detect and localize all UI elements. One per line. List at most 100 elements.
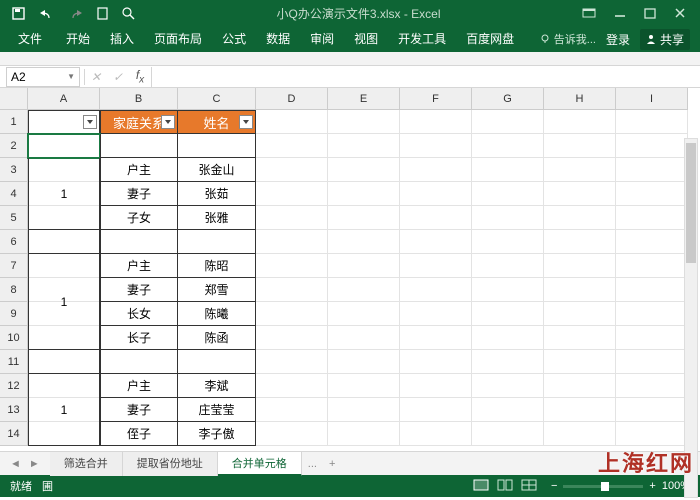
cell-E1[interactable] [328, 110, 400, 134]
cell-F1[interactable] [400, 110, 472, 134]
cell-F14[interactable] [400, 422, 472, 446]
relation-1-3[interactable]: 长子 [100, 326, 178, 350]
cell-F7[interactable] [400, 254, 472, 278]
col-header-E[interactable]: E [328, 88, 400, 110]
cell-H8[interactable] [544, 278, 616, 302]
row-header-1[interactable]: 1 [0, 110, 28, 134]
col-header-H[interactable]: H [544, 88, 616, 110]
tab-home[interactable]: 开始 [56, 26, 100, 52]
cell-H9[interactable] [544, 302, 616, 326]
cell-H4[interactable] [544, 182, 616, 206]
row-header-3[interactable]: 3 [0, 158, 28, 182]
page-break-view-icon[interactable] [521, 479, 537, 494]
cell-D10[interactable] [256, 326, 328, 350]
row-header-10[interactable]: 10 [0, 326, 28, 350]
sep-a-0[interactable] [28, 230, 100, 254]
spreadsheet-grid[interactable]: ABCDEFGHI 1234567891011121314 家庭关系姓名1户主张… [0, 88, 700, 451]
sheet-add-button[interactable]: + [323, 458, 341, 470]
save-icon[interactable] [12, 7, 25, 20]
relation-2-0[interactable]: 户主 [100, 374, 178, 398]
cancel-formula-icon[interactable]: ✕ [85, 70, 107, 84]
name-1-0[interactable]: 陈昭 [178, 254, 256, 278]
cell-E12[interactable] [328, 374, 400, 398]
tab-file[interactable]: 文件 [8, 26, 52, 52]
cell-D4[interactable] [256, 182, 328, 206]
tab-data[interactable]: 数据 [256, 26, 300, 52]
cell-D12[interactable] [256, 374, 328, 398]
cell-I14[interactable] [616, 422, 688, 446]
cell-G11[interactable] [472, 350, 544, 374]
cell-F2[interactable] [400, 134, 472, 158]
cell-F12[interactable] [400, 374, 472, 398]
cell-I11[interactable] [616, 350, 688, 374]
cell-G8[interactable] [472, 278, 544, 302]
col-header-G[interactable]: G [472, 88, 544, 110]
cell-E14[interactable] [328, 422, 400, 446]
sheet-tab-0[interactable]: 筛选合并 [50, 452, 123, 476]
sep-b-0[interactable] [100, 230, 178, 254]
header-a[interactable] [28, 110, 100, 134]
filter-dropdown-icon[interactable] [239, 115, 253, 129]
cell-I10[interactable] [616, 326, 688, 350]
name-2-0[interactable]: 李斌 [178, 374, 256, 398]
cell-E9[interactable] [328, 302, 400, 326]
col-header-B[interactable]: B [100, 88, 178, 110]
cell-D14[interactable] [256, 422, 328, 446]
cell-F6[interactable] [400, 230, 472, 254]
cell-E13[interactable] [328, 398, 400, 422]
group-2-label[interactable]: 1 [28, 374, 100, 446]
relation-2-2[interactable]: 侄子 [100, 422, 178, 446]
relation-0-2[interactable]: 子女 [100, 206, 178, 230]
cell-F4[interactable] [400, 182, 472, 206]
col-header-A[interactable]: A [28, 88, 100, 110]
name-1-2[interactable]: 陈曦 [178, 302, 256, 326]
cell-G9[interactable] [472, 302, 544, 326]
sep-b-1[interactable] [100, 350, 178, 374]
new-file-icon[interactable] [97, 7, 108, 20]
cell-I4[interactable] [616, 182, 688, 206]
cell-F5[interactable] [400, 206, 472, 230]
row-header-13[interactable]: 13 [0, 398, 28, 422]
cell-G6[interactable] [472, 230, 544, 254]
filter-dropdown-icon[interactable] [83, 115, 97, 129]
sep-a-1[interactable] [28, 350, 100, 374]
tab-view[interactable]: 视图 [344, 26, 388, 52]
relation-1-1[interactable]: 妻子 [100, 278, 178, 302]
cell-H12[interactable] [544, 374, 616, 398]
cell-H7[interactable] [544, 254, 616, 278]
sep-c-1[interactable] [178, 350, 256, 374]
cell-E6[interactable] [328, 230, 400, 254]
normal-view-icon[interactable] [473, 479, 489, 494]
relation-0-0[interactable]: 户主 [100, 158, 178, 182]
name-0-0[interactable]: 张金山 [178, 158, 256, 182]
cell-D2[interactable] [256, 134, 328, 158]
cell-H14[interactable] [544, 422, 616, 446]
col-header-I[interactable]: I [616, 88, 688, 110]
cell-E10[interactable] [328, 326, 400, 350]
cell-G12[interactable] [472, 374, 544, 398]
cell-B2[interactable] [100, 134, 178, 158]
cell-E3[interactable] [328, 158, 400, 182]
tab-layout[interactable]: 页面布局 [144, 26, 212, 52]
sheet-tab-1[interactable]: 提取省份地址 [123, 452, 218, 476]
sheet-nav-prev-icon[interactable]: ◄ [10, 458, 21, 470]
tab-developer[interactable]: 开发工具 [388, 26, 456, 52]
cell-E8[interactable] [328, 278, 400, 302]
name-0-2[interactable]: 张雅 [178, 206, 256, 230]
cell-E11[interactable] [328, 350, 400, 374]
cell-D7[interactable] [256, 254, 328, 278]
tab-baidu[interactable]: 百度网盘 [456, 26, 524, 52]
zoom-slider[interactable] [563, 485, 643, 488]
cell-F9[interactable] [400, 302, 472, 326]
cell-I12[interactable] [616, 374, 688, 398]
cell-D11[interactable] [256, 350, 328, 374]
cell-D6[interactable] [256, 230, 328, 254]
cell-E5[interactable] [328, 206, 400, 230]
select-all-corner[interactable] [0, 88, 28, 110]
cell-H10[interactable] [544, 326, 616, 350]
row-header-12[interactable]: 12 [0, 374, 28, 398]
cell-D9[interactable] [256, 302, 328, 326]
formula-input[interactable] [151, 67, 700, 87]
cell-H5[interactable] [544, 206, 616, 230]
group-0-label[interactable]: 1 [28, 158, 100, 230]
